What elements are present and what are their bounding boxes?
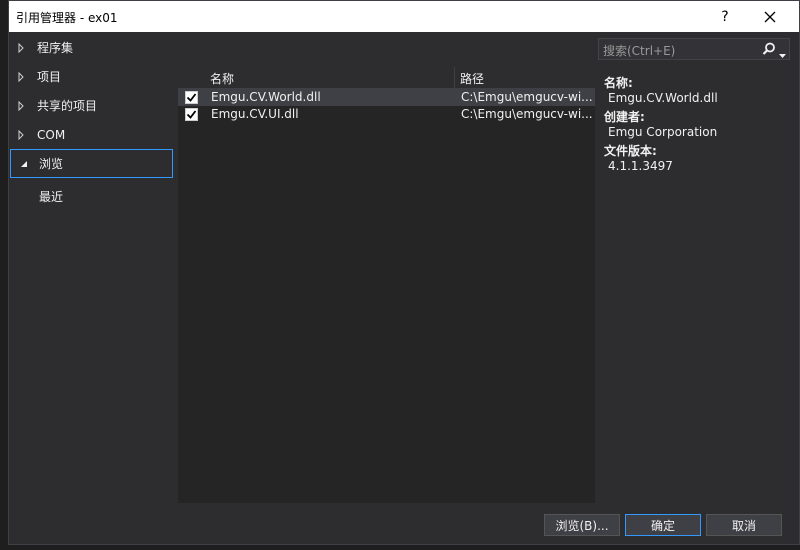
close-icon <box>764 11 776 23</box>
nav-item-shared-projects[interactable]: 共享的项目 <box>9 91 174 120</box>
background-editor-glyphs <box>0 4 8 544</box>
nav-item-label: 共享的项目 <box>37 99 98 113</box>
ok-button[interactable]: 确定 <box>625 514 701 536</box>
browse-button[interactable]: 浏览(B)... <box>544 514 620 536</box>
row-checkbox[interactable] <box>185 108 198 121</box>
nav-item-recent[interactable]: 最近 <box>39 188 63 205</box>
column-header-path[interactable]: 路径 <box>460 70 484 87</box>
help-button[interactable]: ? <box>712 5 738 29</box>
detail-name-value: Emgu.CV.World.dll <box>608 91 718 105</box>
window-title: 引用管理器 - ex01 <box>16 11 118 25</box>
category-nav: 程序集 项目 共享的项目 COM 浏览 最近 <box>9 33 179 503</box>
collapsed-caret-icon <box>17 100 31 111</box>
chevron-down-icon[interactable] <box>779 47 786 61</box>
detail-version-value: 4.1.1.3497 <box>608 159 673 173</box>
collapsed-caret-icon <box>17 71 31 82</box>
nav-item-assemblies[interactable]: 程序集 <box>9 33 174 62</box>
collapsed-caret-icon <box>17 129 31 140</box>
search-input[interactable]: 搜索(Ctrl+E) <box>603 42 675 59</box>
reference-manager-dialog: 引用管理器 - ex01 ? 程序集 项目 共享的项目 COM 浏览 最近 名称… <box>8 0 800 545</box>
title-bar: 引用管理器 - ex01 ? <box>9 1 799 32</box>
nav-item-label: 项目 <box>37 70 62 84</box>
collapsed-caret-icon <box>17 42 31 53</box>
reference-list: 名称 路径 Emgu.CV.World.dll C:\Emgu\emgucv-w… <box>178 67 595 503</box>
detail-creator-value: Emgu Corporation <box>608 125 718 139</box>
nav-item-label: COM <box>37 127 66 142</box>
search-icon[interactable] <box>762 42 776 59</box>
column-divider[interactable] <box>454 67 455 89</box>
expanded-caret-icon <box>19 159 33 169</box>
row-name: Emgu.CV.UI.dll <box>211 107 299 121</box>
checkmark-icon <box>186 93 197 102</box>
detail-name-label: 名称: <box>604 76 633 90</box>
detail-version-label: 文件版本: <box>604 144 657 158</box>
nav-item-browse[interactable]: 浏览 <box>10 149 173 178</box>
row-checkbox[interactable] <box>185 91 198 104</box>
cancel-button[interactable]: 取消 <box>706 514 782 536</box>
detail-creator-label: 创建者: <box>604 110 645 124</box>
close-button[interactable] <box>757 5 783 29</box>
nav-item-com[interactable]: COM <box>9 120 174 149</box>
list-header: 名称 路径 <box>178 67 595 89</box>
checkmark-icon <box>186 110 197 119</box>
column-header-name[interactable]: 名称 <box>210 70 234 87</box>
table-row[interactable]: Emgu.CV.World.dll C:\Emgu\emgucv-wi... <box>178 89 595 106</box>
nav-item-label: 浏览 <box>39 157 64 171</box>
row-path: C:\Emgu\emgucv-wi... <box>461 107 593 121</box>
details-panel: 名称: Emgu.CV.World.dll 创建者: Emgu Corporat… <box>604 74 794 176</box>
row-name: Emgu.CV.World.dll <box>211 90 321 104</box>
table-row[interactable]: Emgu.CV.UI.dll C:\Emgu\emgucv-wi... <box>178 106 595 123</box>
nav-item-label: 程序集 <box>37 41 74 55</box>
search-box[interactable]: 搜索(Ctrl+E) <box>598 38 790 60</box>
row-path: C:\Emgu\emgucv-wi... <box>461 90 593 104</box>
nav-item-projects[interactable]: 项目 <box>9 62 174 91</box>
